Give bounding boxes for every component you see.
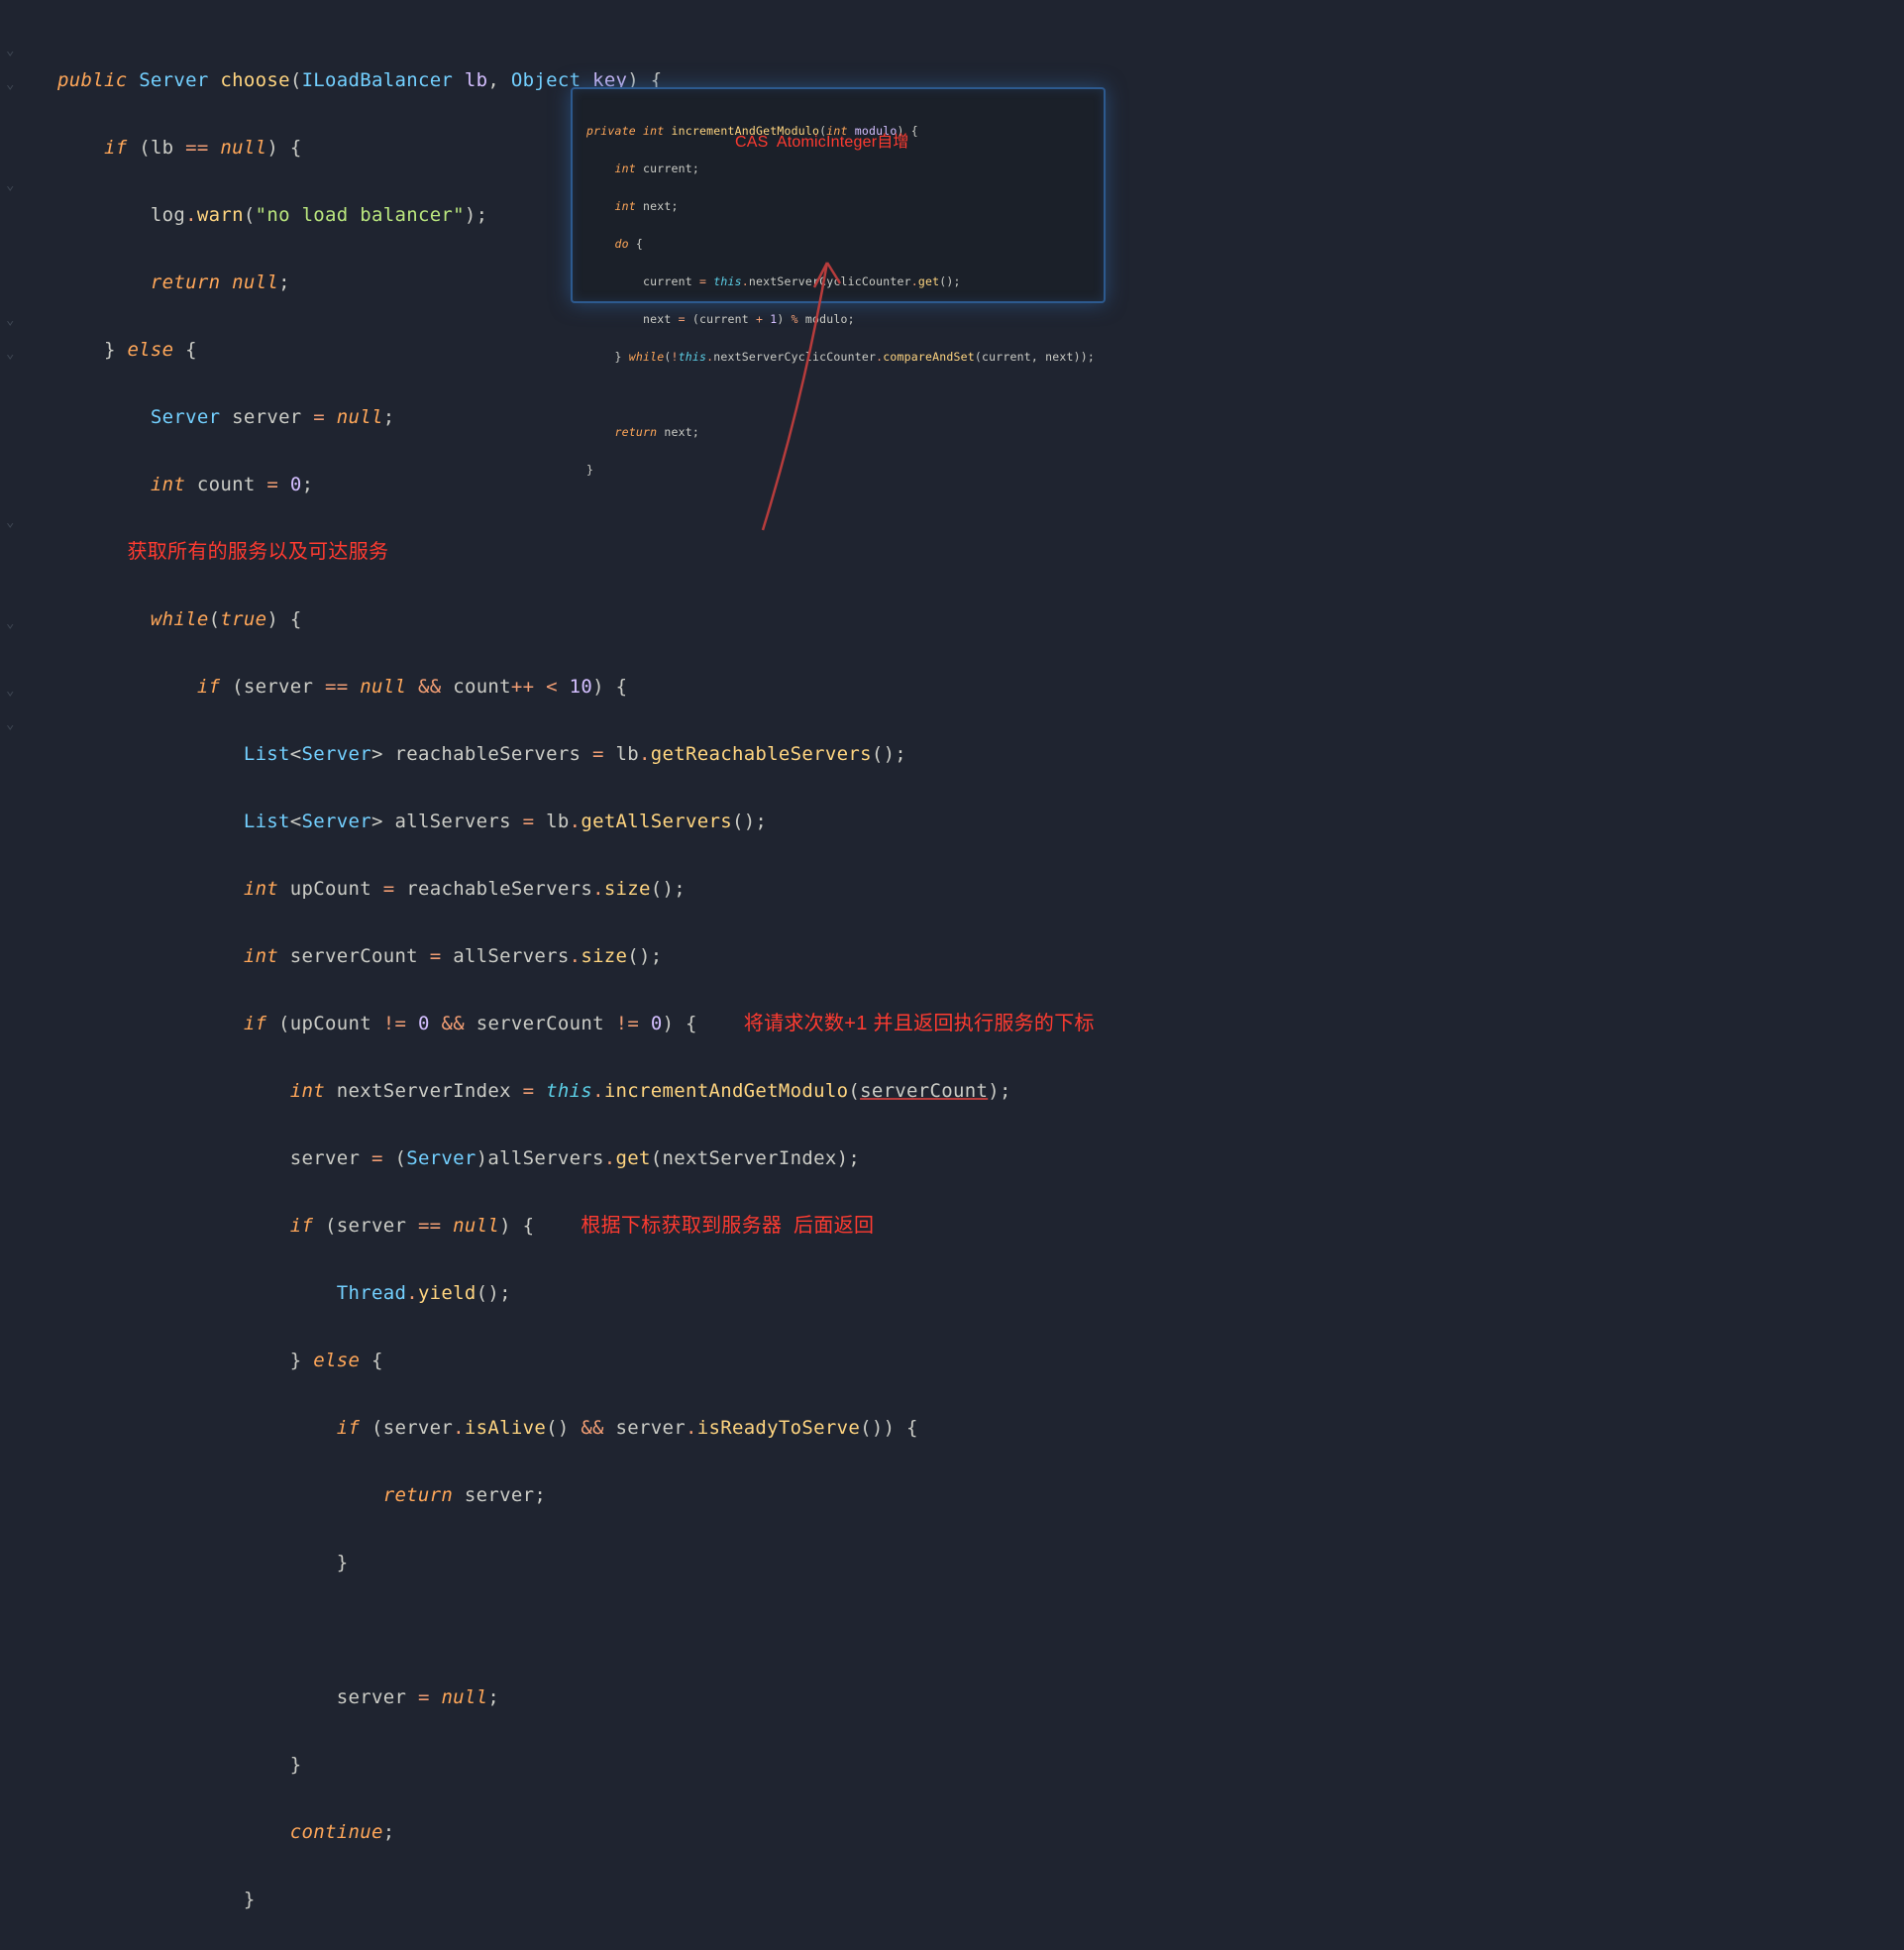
fold-icon[interactable]: ⌄: [6, 674, 14, 707]
fold-icon[interactable]: ⌄: [6, 67, 14, 101]
annotation-text: 将请求次数+1 并且返回执行服务的下标: [744, 1013, 1095, 1034]
annotation-text: 获取所有的服务以及可达服务: [127, 541, 388, 563]
fold-icon[interactable]: ⌄: [6, 707, 14, 741]
fold-icon[interactable]: ⌄: [6, 34, 14, 67]
fold-icon[interactable]: ⌄: [6, 303, 14, 337]
fold-icon[interactable]: ⌄: [6, 505, 14, 539]
annotation-text: CAS AtomicInteger自增: [735, 133, 909, 152]
code-overlay-popup: private int incrementAndGetModulo(int mo…: [571, 87, 1106, 303]
fold-icon[interactable]: ⌄: [6, 606, 14, 640]
gutter: ⌄ ⌄ ⌄ ⌄ ⌄ ⌄ ⌄ ⌄ ⌄: [0, 0, 30, 1546]
fold-icon[interactable]: ⌄: [6, 168, 14, 202]
fold-icon[interactable]: ⌄: [6, 337, 14, 371]
annotation-text: 根据下标获取到服务器 后面返回: [581, 1215, 874, 1237]
